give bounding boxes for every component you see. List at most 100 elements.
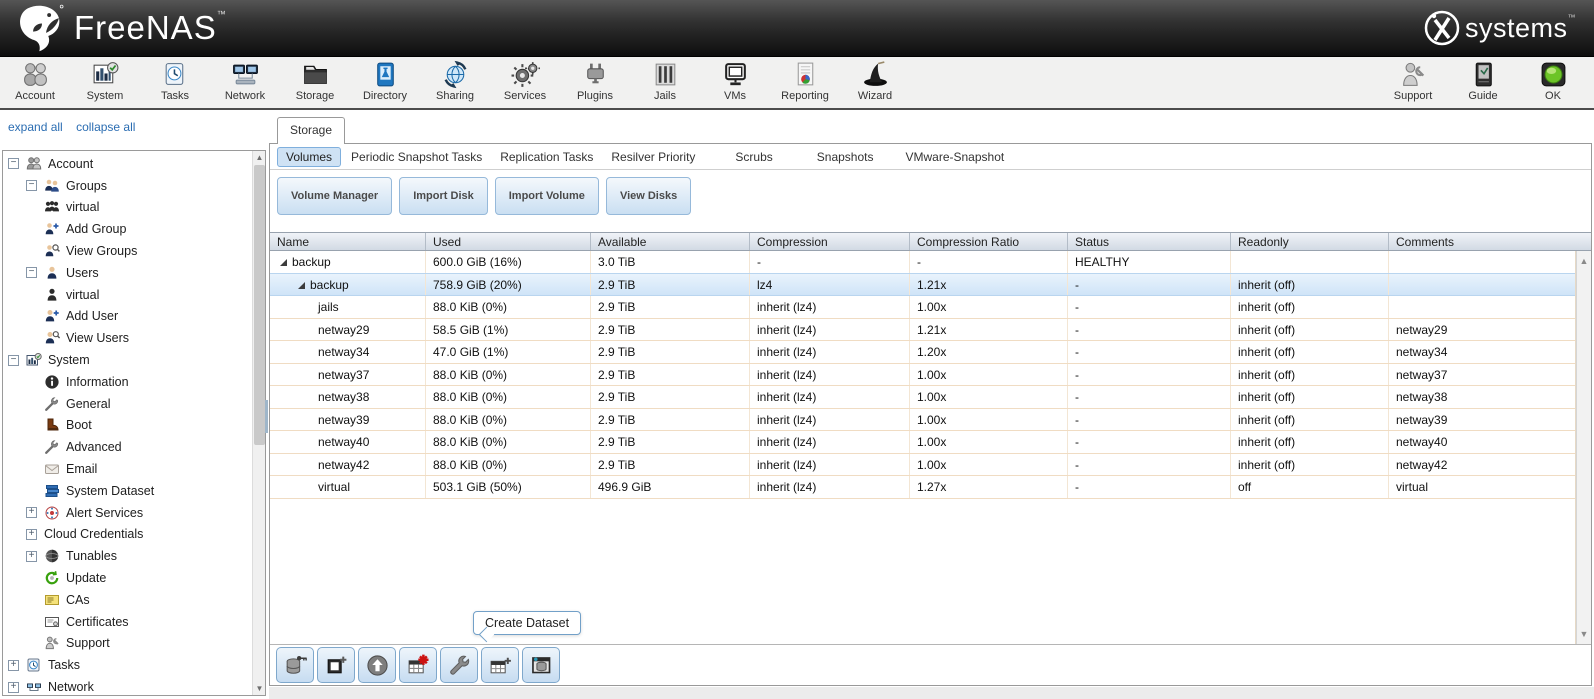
tree-toggle-collapse-icon[interactable]: − (26, 180, 37, 191)
column-header-compression[interactable]: Compression (750, 233, 910, 250)
volume-row-netway38[interactable]: netway3888.0 KiB (0%)2.9 TiBinherit (lz4… (270, 386, 1575, 409)
sidebar-item-system-dataset[interactable]: System Dataset (3, 480, 251, 502)
toolbar-item-ok[interactable]: OK (1525, 60, 1581, 102)
sidebar-item-advanced[interactable]: Advanced (3, 436, 251, 458)
tree-toggle-collapse-icon[interactable]: − (8, 355, 19, 366)
tree-toggle-expand-icon[interactable]: + (8, 682, 19, 693)
toolbar-item-services[interactable]: Services (497, 60, 553, 102)
toolbar-item-guide[interactable]: Guide (1455, 60, 1511, 102)
sidebar-item-add-user[interactable]: Add User (3, 306, 251, 328)
sidebar-item-groups[interactable]: −Groups (3, 175, 251, 197)
tab-replication-tasks[interactable]: Replication Tasks (492, 148, 601, 166)
detach-volume-button[interactable] (276, 647, 314, 683)
grid-scroll-down-icon[interactable]: ▼ (1577, 627, 1591, 641)
toolbar-item-system[interactable]: System (77, 60, 133, 102)
tab-resilver-priority[interactable]: Resilver Priority (603, 148, 703, 166)
storage-window-tab[interactable]: Storage (277, 117, 345, 144)
sidebar-item-view-groups[interactable]: View Groups (3, 240, 251, 262)
column-header-compression-ratio[interactable]: Compression Ratio (910, 233, 1068, 250)
sidebar-item-information[interactable]: Information (3, 371, 251, 393)
upgrade-volume-button[interactable] (358, 647, 396, 683)
volume-row-virtual[interactable]: virtual503.1 GiB (50%)496.9 GiBinherit (… (270, 476, 1575, 499)
tab-periodic-snapshot-tasks[interactable]: Periodic Snapshot Tasks (343, 148, 490, 166)
toolbar-item-vms[interactable]: VMs (707, 60, 763, 102)
tree-toggle-expand-icon[interactable]: + (26, 529, 37, 540)
sidebar-item-network[interactable]: +Network (3, 676, 251, 696)
tree-scroll-up-icon[interactable]: ▲ (253, 151, 266, 164)
tree-toggle-expand-icon[interactable]: + (26, 551, 37, 562)
toolbar-item-plugins[interactable]: Plugins (567, 60, 623, 102)
column-header-readonly[interactable]: Readonly (1231, 233, 1389, 250)
tab-snapshots[interactable]: Snapshots (809, 148, 882, 166)
sidebar-item-general[interactable]: General (3, 393, 251, 415)
volume-row-backup[interactable]: backup600.0 GiB (16%)3.0 TiB--HEALTHY (270, 251, 1575, 274)
toolbar-item-tasks[interactable]: Tasks (147, 60, 203, 102)
toolbar-item-storage[interactable]: Storage (287, 60, 343, 102)
view-disks-button[interactable]: View Disks (606, 177, 691, 215)
column-header-status[interactable]: Status (1068, 233, 1231, 250)
tree-toggle-collapse-icon[interactable]: − (8, 158, 19, 169)
sidebar-item-virtual[interactable]: virtual (3, 197, 251, 219)
tree-scrollbar[interactable]: ▲ ▼ (252, 151, 265, 695)
volume-row-jails[interactable]: jails88.0 KiB (0%)2.9 TiBinherit (lz4)1.… (270, 296, 1575, 319)
toolbar-item-jails[interactable]: Jails (637, 60, 693, 102)
row-expander-icon[interactable] (280, 259, 287, 266)
sidebar-item-add-group[interactable]: Add Group (3, 218, 251, 240)
sidebar-item-certificates[interactable]: Certificates (3, 611, 251, 633)
toolbar-item-account[interactable]: Account (7, 60, 63, 102)
column-header-used[interactable]: Used (426, 233, 591, 250)
toolbar-item-reporting[interactable]: Reporting (777, 60, 833, 102)
create-dataset-button[interactable] (481, 647, 519, 683)
sidebar-item-users[interactable]: −Users (3, 262, 251, 284)
volume-row-netway34[interactable]: netway3447.0 GiB (1%)2.9 TiBinherit (lz4… (270, 341, 1575, 364)
volume-row-netway40[interactable]: netway4088.0 KiB (0%)2.9 TiBinherit (lz4… (270, 431, 1575, 454)
volume-row-netway29[interactable]: netway2958.5 GiB (1%)2.9 TiBinherit (lz4… (270, 319, 1575, 342)
column-header-available[interactable]: Available (591, 233, 750, 250)
volume-row-netway39[interactable]: netway3988.0 KiB (0%)2.9 TiBinherit (lz4… (270, 409, 1575, 432)
expand-all-link[interactable]: expand all (8, 120, 63, 134)
sidebar-item-boot[interactable]: Boot (3, 415, 251, 437)
import-volume-button[interactable]: Import Volume (495, 177, 599, 215)
tree-toggle-collapse-icon[interactable]: − (26, 267, 37, 278)
tree-toggle-expand-icon[interactable]: + (26, 507, 37, 518)
grid-scrollbar[interactable]: ▲ ▼ (1576, 251, 1591, 644)
sidebar-item-tasks[interactable]: +Tasks (3, 654, 251, 676)
column-header-comments[interactable]: Comments (1389, 233, 1591, 250)
sidebar-item-alert-services[interactable]: +Alert Services (3, 502, 251, 524)
create-zvol-button[interactable] (522, 647, 560, 683)
collapse-all-link[interactable]: collapse all (76, 120, 135, 134)
volume-manager-button[interactable]: Volume Manager (277, 177, 392, 215)
sidebar-item-support[interactable]: Support (3, 633, 251, 655)
edit-options-button[interactable] (440, 647, 478, 683)
column-header-name[interactable]: Name (270, 233, 426, 250)
sidebar-item-virtual[interactable]: virtual (3, 284, 251, 306)
sidebar-item-system[interactable]: −System (3, 349, 251, 371)
tab-scrubs[interactable]: Scrubs (727, 148, 780, 166)
grid-scroll-up-icon[interactable]: ▲ (1577, 254, 1591, 268)
tab-volumes[interactable]: Volumes (277, 147, 341, 167)
sidebar-item-cloud-credentials[interactable]: +Cloud Credentials (3, 524, 251, 546)
toolbar-item-directory[interactable]: Directory (357, 60, 413, 102)
tree-toggle-expand-icon[interactable]: + (8, 660, 19, 671)
import-disk-button[interactable]: Import Disk (399, 177, 488, 215)
toolbar-item-support[interactable]: Support (1385, 60, 1441, 102)
sidebar-item-cas[interactable]: CAs (3, 589, 251, 611)
tab-vmware-snapshot[interactable]: VMware-Snapshot (897, 148, 1012, 166)
panel-splitter-handle[interactable] (265, 400, 268, 433)
volume-row-backup[interactable]: backup758.9 GiB (20%)2.9 TiBlz41.21x-inh… (270, 273, 1575, 297)
tree-scroll-down-icon[interactable]: ▼ (253, 682, 266, 695)
row-expander-icon[interactable] (298, 282, 305, 289)
sidebar-item-tunables[interactable]: +Tunables (3, 545, 251, 567)
tree-scroll-thumb[interactable] (254, 165, 265, 445)
destroy-dataset-button[interactable] (399, 647, 437, 683)
create-snapshot-button[interactable] (317, 647, 355, 683)
sidebar-item-update[interactable]: Update (3, 567, 251, 589)
sidebar-item-email[interactable]: Email (3, 458, 251, 480)
sidebar-item-account[interactable]: −Account (3, 153, 251, 175)
toolbar-item-wizard[interactable]: Wizard (847, 60, 903, 102)
volume-row-netway42[interactable]: netway4288.0 KiB (0%)2.9 TiBinherit (lz4… (270, 454, 1575, 477)
toolbar-item-sharing[interactable]: Sharing (427, 60, 483, 102)
toolbar-item-network[interactable]: Network (217, 60, 273, 102)
sidebar-item-view-users[interactable]: View Users (3, 327, 251, 349)
volume-row-netway37[interactable]: netway3788.0 KiB (0%)2.9 TiBinherit (lz4… (270, 364, 1575, 387)
